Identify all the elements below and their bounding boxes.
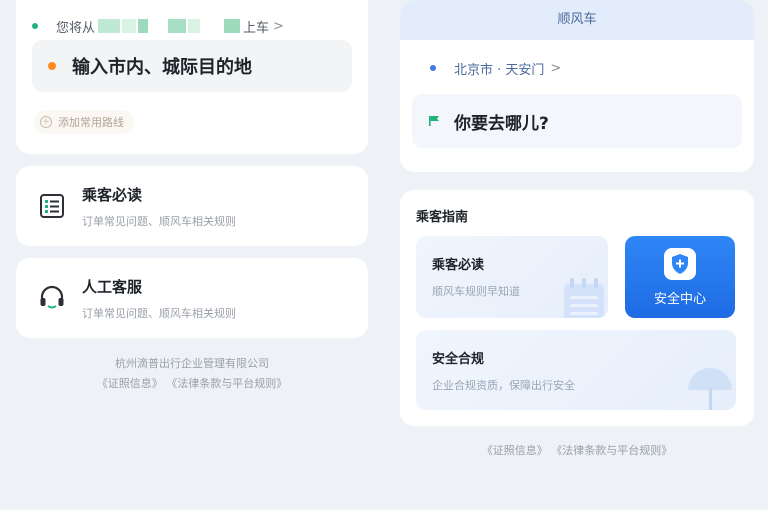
plus-circle-icon: + [40,116,52,128]
umbrella-icon [688,368,732,410]
company-name: 杭州滴普出行企业管理有限公司 [115,357,269,370]
legal-links-right[interactable]: 《证照信息》 《法律条款与平台规则》 [400,442,754,458]
add-route-label: 添加常用路线 [58,116,124,129]
add-frequent-route-button[interactable]: + 添加常用路线 [34,110,134,134]
flag-icon [429,116,439,126]
calendar-icon [564,278,604,318]
safety-center-label: 安全中心 [653,291,706,307]
guide-title: 乘客指南 [416,210,469,225]
service-card-subtitle: 订单常见问题、顺风车相关规则 [82,306,236,320]
safety-center-button[interactable]: 安全中心 [625,236,735,318]
guide-tile-compliance[interactable]: 安全合规 企业合规资质，保障出行安全 [416,330,736,410]
chevron-right-icon: > [550,60,562,76]
pickup-location-row[interactable]: 您将从 上车 > [32,16,284,36]
chevron-right-icon: > [273,18,284,34]
passenger-reading-card[interactable]: 乘客必读 订单常见问题、顺风车相关规则 [16,166,368,246]
pickup-prefix: 您将从 [56,20,96,36]
reading-tile-title: 乘客必读 [432,258,485,273]
destination-placeholder: 输入市内、城际目的地 [72,57,252,78]
destination-dot-icon [48,62,56,70]
list-doc-icon [40,194,64,218]
destination-input-right[interactable]: 你要去哪儿? [412,94,742,148]
customer-service-card[interactable]: 人工客服 订单常见问题、顺风车相关规则 [16,258,368,338]
destination-input-left[interactable]: 输入市内、城际目的地 [32,40,352,92]
passenger-card-title: 乘客必读 [82,185,143,204]
guide-tile-reading[interactable]: 乘客必读 顺风车规则早知道 [416,236,608,318]
destination-placeholder-right: 你要去哪儿? [454,113,549,134]
service-card-title: 人工客服 [82,277,143,296]
origin-text: 北京市 · 天安门 [454,62,545,78]
pickup-dot-icon [32,23,38,29]
shield-plus-icon [672,253,688,274]
origin-row[interactable]: 北京市 · 天安门 > [430,58,561,78]
pickup-blurred-address [97,19,241,33]
left-footer: 杭州滴普出行企业管理有限公司 《证照信息》 《法律条款与平台规则》 [16,354,368,394]
origin-dot-icon [430,65,436,71]
legal-links-left[interactable]: 《证照信息》 《法律条款与平台规则》 [16,374,368,394]
pickup-suffix: 上车 [243,20,270,36]
headset-icon [40,285,64,309]
hitch-ride-header: 顺风车 [400,0,754,40]
shield-wrap [664,247,696,280]
passenger-card-subtitle: 订单常见问题、顺风车相关规则 [82,214,236,228]
